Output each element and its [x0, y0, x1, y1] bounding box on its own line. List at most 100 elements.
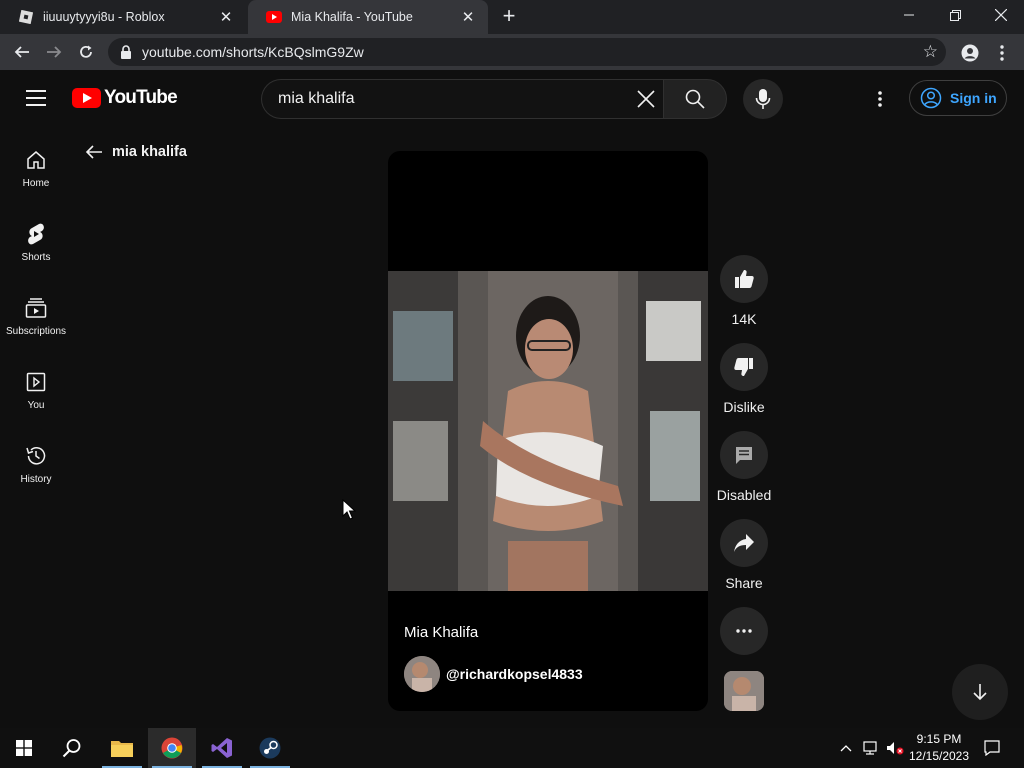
thumbs-up-icon	[735, 270, 754, 288]
file-explorer-button[interactable]	[98, 728, 146, 768]
restore-icon[interactable]	[932, 0, 978, 30]
settings-menu-icon[interactable]	[870, 89, 890, 109]
mouse-cursor-icon	[342, 499, 356, 520]
address-bar[interactable]: youtube.com/shorts/KcBQslmG9Zw ☆	[108, 38, 946, 66]
shorts-icon	[24, 222, 48, 246]
search-icon	[685, 89, 705, 109]
tab-title: iiuuuytyyyi8u - Roblox	[43, 10, 165, 24]
sidebar-item-home[interactable]: Home	[0, 128, 72, 192]
menu-icon[interactable]	[26, 90, 46, 106]
history-icon	[24, 444, 48, 468]
roblox-favicon-icon	[18, 9, 34, 25]
arrow-down-icon	[973, 684, 987, 701]
chrome-taskbar-button[interactable]	[148, 728, 196, 768]
folder-icon	[111, 741, 133, 757]
like-count: 14K	[731, 311, 757, 327]
lock-icon	[121, 45, 131, 59]
visual-studio-button[interactable]	[198, 728, 246, 768]
back-arrow-icon[interactable]	[10, 40, 34, 64]
sound-thumbnail[interactable]	[724, 671, 764, 711]
show-hidden-icons[interactable]	[836, 728, 856, 768]
search-taskbar-button[interactable]	[48, 728, 96, 768]
visual-studio-icon	[211, 738, 232, 758]
search-query-label: mia khalifa	[112, 144, 187, 160]
home-icon	[24, 148, 48, 172]
bookmark-star-icon[interactable]: ☆	[923, 43, 938, 61]
sidebar-item-label: Subscriptions	[5, 326, 67, 337]
steam-button[interactable]	[246, 728, 294, 768]
clock-date: 12/15/2023	[908, 749, 970, 763]
dislike-button[interactable]	[720, 343, 768, 391]
youtube-favicon-icon	[266, 9, 282, 25]
network-icon[interactable]	[860, 728, 882, 768]
profile-icon[interactable]	[959, 42, 981, 64]
forward-arrow-icon[interactable]	[42, 40, 66, 64]
reload-icon[interactable]	[74, 40, 98, 64]
search-input[interactable]	[278, 90, 618, 108]
url-text: youtube.com/shorts/KcBQslmG9Zw	[142, 44, 364, 60]
video-thumbnail	[388, 271, 708, 591]
youtube-logo[interactable]: YouTube	[72, 87, 178, 109]
short-title[interactable]: Mia Khalifa	[404, 624, 478, 641]
comment-icon	[736, 447, 752, 464]
comments-action: Disabled	[716, 431, 772, 503]
more-options-button[interactable]	[720, 607, 768, 655]
comments-label: Disabled	[716, 487, 772, 503]
more-action	[720, 607, 768, 655]
clock-time: 9:15 PM	[916, 732, 962, 746]
next-short-button[interactable]	[952, 664, 1008, 720]
logo-wordmark: YouTube	[104, 87, 178, 108]
sidebar-item-subscriptions[interactable]: Subscriptions	[0, 276, 72, 340]
tab-roblox[interactable]: iiuuuytyyyi8u - Roblox ✕	[0, 0, 246, 34]
channel-avatar[interactable]	[404, 656, 440, 692]
new-tab-button[interactable]: +	[498, 5, 520, 28]
microphone-icon	[755, 89, 771, 109]
more-horizontal-icon	[736, 629, 752, 633]
voice-search-button[interactable]	[743, 79, 783, 119]
comments-button[interactable]	[720, 431, 768, 479]
steam-icon	[259, 737, 281, 759]
tab-youtube[interactable]: Mia Khalifa - YouTube ✕	[248, 0, 488, 34]
subscriptions-icon	[24, 296, 48, 320]
share-icon	[734, 534, 754, 552]
shorts-player[interactable]: Mia Khalifa @richardkopsel4833	[388, 151, 708, 711]
start-button[interactable]	[0, 728, 48, 768]
clear-search-icon[interactable]	[635, 88, 657, 110]
channel-info[interactable]: @richardkopsel4833	[404, 656, 583, 692]
video-frame[interactable]	[388, 271, 708, 591]
windows-logo-icon	[16, 740, 32, 756]
search-box	[261, 79, 663, 119]
back-to-search[interactable]: mia khalifa	[84, 142, 187, 162]
sidebar-item-history[interactable]: History	[0, 424, 72, 488]
channel-handle: @richardkopsel4833	[446, 666, 583, 682]
search-icon	[62, 739, 81, 758]
sidebar-item-you[interactable]: You	[0, 350, 72, 414]
close-tab-icon[interactable]: ✕	[460, 9, 476, 26]
sidebar-item-label: You	[27, 400, 45, 411]
sidebar-item-shorts[interactable]: Shorts	[0, 202, 72, 266]
chrome-menu-icon[interactable]	[991, 42, 1013, 64]
sidebar-item-label: History	[20, 474, 52, 485]
close-tab-icon[interactable]: ✕	[218, 9, 234, 26]
system-clock[interactable]: 9:15 PM 12/15/2023	[900, 731, 978, 765]
like-button[interactable]	[720, 255, 768, 303]
share-action: Share	[720, 519, 768, 591]
youtube-play-icon	[72, 88, 101, 108]
notifications-icon[interactable]	[980, 728, 1004, 768]
sign-in-label: Sign in	[950, 90, 997, 106]
sign-in-button[interactable]: Sign in	[909, 80, 1007, 116]
like-action: 14K	[720, 255, 768, 327]
youtube-header: YouTube Sign in	[0, 70, 1024, 128]
close-window-icon[interactable]	[978, 0, 1024, 30]
share-button[interactable]	[720, 519, 768, 567]
sidebar-item-label: Shorts	[21, 252, 51, 263]
back-arrow-icon	[85, 145, 102, 159]
browser-toolbar: youtube.com/shorts/KcBQslmG9Zw ☆	[0, 34, 1024, 70]
windows-taskbar: 9:15 PM 12/15/2023	[0, 728, 1024, 768]
chevron-up-icon	[840, 745, 852, 752]
dislike-label: Dislike	[723, 399, 765, 415]
account-icon	[920, 87, 942, 109]
search-button[interactable]	[663, 79, 727, 119]
browser-tab-bar: iiuuuytyyyi8u - Roblox ✕ Mia Khalifa - Y…	[0, 0, 1024, 34]
minimize-icon[interactable]	[886, 0, 932, 30]
